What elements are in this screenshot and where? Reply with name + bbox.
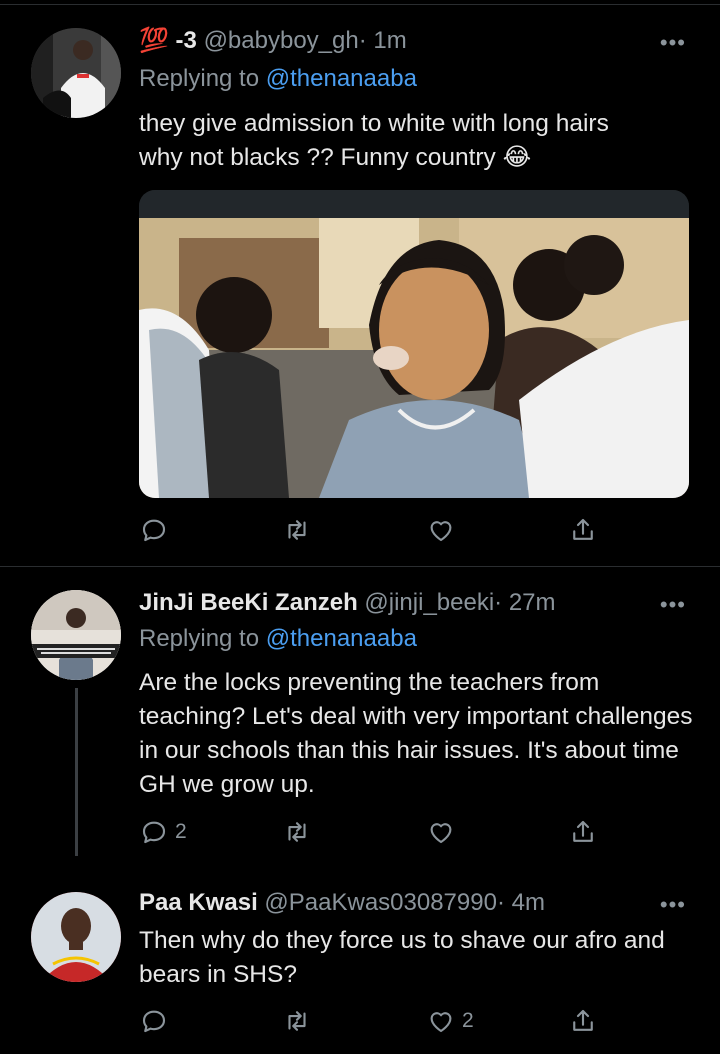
like-button[interactable] [426,815,462,849]
share-icon [573,1009,593,1031]
tweet-header: Paa Kwasi @PaaKwas03087990· 4m [139,888,545,918]
display-name[interactable]: 💯 -3 [139,27,197,54]
like-count: 2 [462,1009,474,1032]
tweet-actions: 2 [139,815,609,849]
share-button[interactable] [568,513,598,547]
reply-count: 2 [175,820,187,843]
replying-label: Replying to [139,625,260,652]
reply-button[interactable]: 2 [139,815,187,849]
tweet-text-line: they give admission to white with long h… [139,110,609,137]
display-name[interactable]: Paa Kwasi [139,889,258,916]
replying-to: Replying to @thenanaaba [139,64,417,94]
handle[interactable]: @PaaKwas03087990 [264,889,497,916]
share-icon [573,518,593,540]
retweet-icon [288,520,306,540]
avatar[interactable] [31,892,121,982]
handle[interactable]: @babyboy_gh [204,27,359,54]
replying-handle-link[interactable]: @thenanaaba [266,625,417,652]
media-photo [139,218,689,498]
timestamp[interactable]: · 4m [497,889,545,916]
replying-to: Replying to @thenanaaba [139,624,417,654]
more-icon[interactable]: ••• [660,592,686,618]
reply-icon [142,1010,166,1033]
like-button[interactable]: 2 [426,1004,474,1038]
reply-icon [142,821,166,844]
timestamp[interactable]: · 1m [359,27,407,54]
retweet-icon [288,822,306,842]
tweet-text: they give admission to white with long h… [139,107,699,175]
retweet-button[interactable] [282,1004,318,1038]
avatar[interactable] [31,28,121,118]
like-button[interactable] [426,513,462,547]
retweet-icon [288,1011,306,1031]
tweet-2[interactable]: JinJi BeeKi Zanzeh @jinji_beeki· 27m •••… [0,566,720,866]
tweet-media[interactable] [139,190,689,498]
display-name[interactable]: JinJi BeeKi Zanzeh [139,589,358,616]
tweet-3[interactable]: Paa Kwasi @PaaKwas03087990· 4m ••• Then … [0,866,720,1054]
share-icon [573,820,593,842]
handle[interactable]: @jinji_beeki [364,589,494,616]
share-button[interactable] [568,815,598,849]
tweet-header: JinJi BeeKi Zanzeh @jinji_beeki· 27m [139,588,556,618]
timestamp[interactable]: · 27m [494,589,555,616]
reply-icon [142,519,166,542]
tweet-text: Then why do they force us to shave our a… [139,927,665,988]
thread-line [75,688,78,856]
retweet-button[interactable] [282,513,318,547]
tweet-1[interactable]: 💯 -3 @babyboy_gh· 1m ••• Replying to @th… [0,0,720,566]
avatar[interactable] [31,590,121,680]
replying-label: Replying to [139,65,260,92]
like-icon [430,1012,452,1033]
tweet-header: 💯 -3 @babyboy_gh· 1m [139,26,407,56]
replying-handle-link[interactable]: @thenanaaba [266,65,417,92]
more-icon[interactable]: ••• [660,30,686,56]
tweet-text-line: why not blacks ?? Funny country 😂 [139,144,532,171]
tweet-text: Are the locks preventing the teachers fr… [139,669,693,798]
tweet-actions: 2 [139,1004,609,1038]
tweet-actions [139,513,609,547]
share-button[interactable] [568,1004,598,1038]
like-icon [430,521,452,542]
reply-button[interactable] [139,513,175,547]
more-icon[interactable]: ••• [660,892,686,918]
like-icon [430,823,452,844]
reply-button[interactable] [139,1004,175,1038]
retweet-button[interactable] [282,815,318,849]
